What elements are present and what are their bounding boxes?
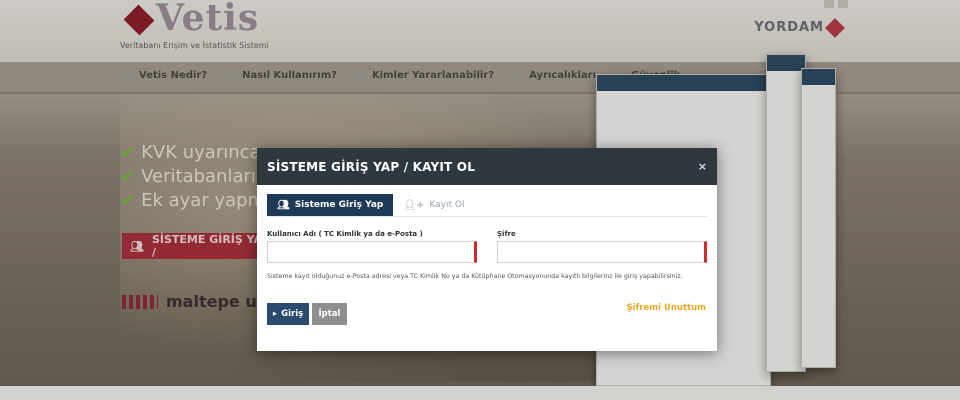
username-label: Kullanıcı Adı ( TC Kimlik ya da e-Posta …: [267, 230, 423, 238]
cancel-button[interactable]: İptal: [312, 303, 347, 325]
username-input[interactable]: [267, 241, 477, 263]
caret-right-icon: ▸: [272, 309, 278, 319]
login-modal: SİSTEME GİRİŞ YAP / KAYIT OL × 👥︎ Sistem…: [257, 148, 717, 351]
login-button[interactable]: ▸ Giriş: [267, 303, 309, 325]
login-hint: Sisteme kayıt olduğunuz e-Posta adresi v…: [267, 273, 683, 280]
modal-header: SİSTEME GİRİŞ YAP / KAYIT OL ×: [257, 148, 717, 185]
modal-title: SİSTEME GİRİŞ YAP / KAYIT OL: [267, 159, 476, 174]
close-icon[interactable]: ×: [698, 160, 707, 173]
add-user-icon: 👤︎+: [403, 199, 425, 211]
tab-kayit-ol[interactable]: 👤︎+ Kayıt Ol: [393, 194, 474, 216]
users-icon: 👥︎: [277, 199, 290, 211]
tab-sisteme-giris-yap[interactable]: 👥︎ Sisteme Giriş Yap: [267, 194, 394, 216]
password-input[interactable]: [497, 241, 707, 263]
forgot-password-link[interactable]: Şifremi Unuttum: [627, 303, 706, 313]
password-label: Şifre: [497, 230, 516, 238]
modal-tabs: 👥︎ Sisteme Giriş Yap 👤︎+ Kayıt Ol: [267, 194, 707, 217]
